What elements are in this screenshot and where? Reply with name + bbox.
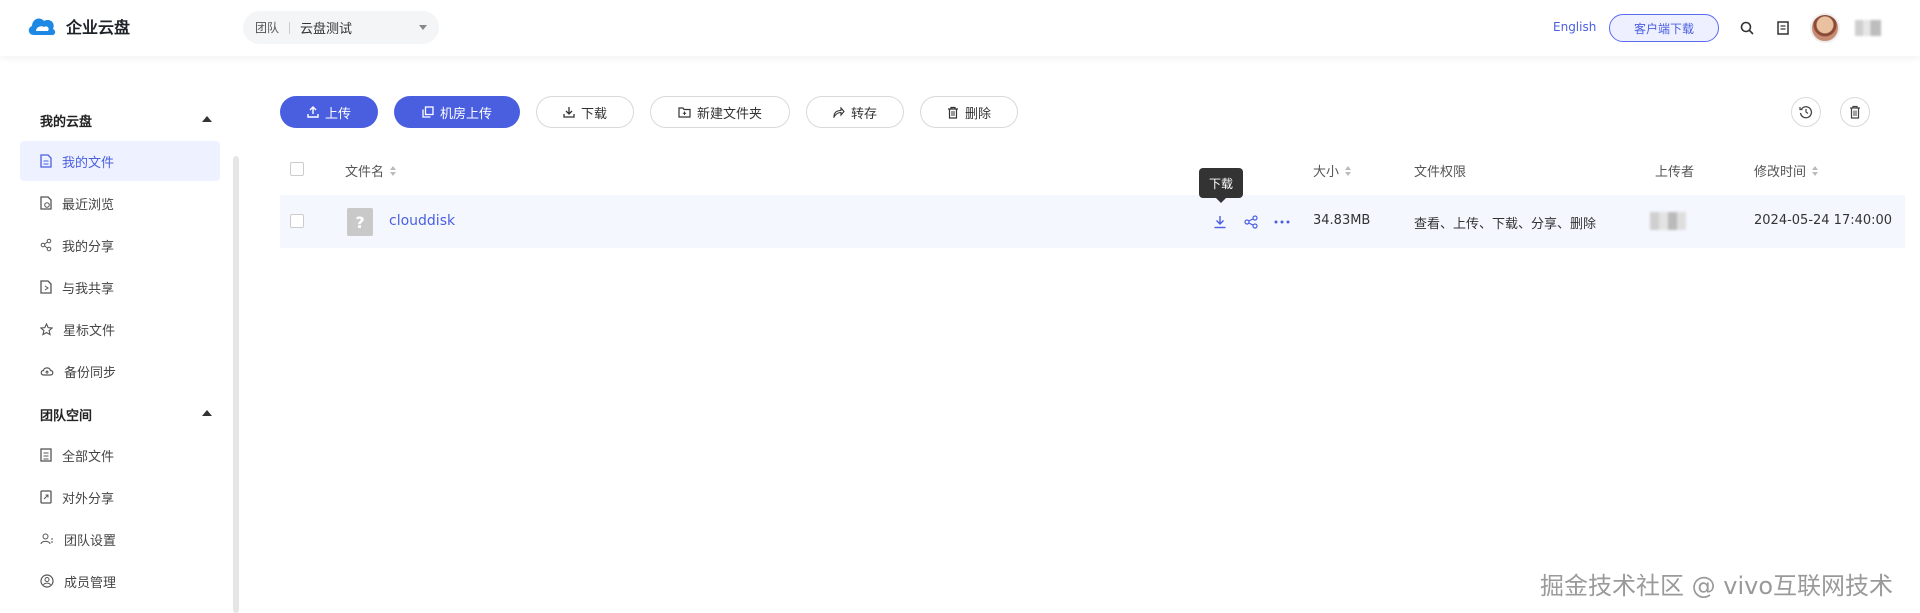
user-name-blurred (1855, 20, 1881, 36)
watermark: 掘金技术社区 @ vivo互联网技术 (1540, 572, 1894, 600)
team-select-value: 云盘测试 (300, 22, 353, 37)
column-header-name[interactable]: 文件名 (345, 161, 397, 180)
upload-button[interactable]: 上传 (280, 96, 378, 128)
trash-icon (1850, 105, 1860, 119)
uploader-blurred (1650, 212, 1686, 230)
history-button[interactable] (1791, 97, 1821, 127)
column-header-uploader: 上传者 (1655, 161, 1694, 180)
file-name-link[interactable]: clouddisk (389, 213, 455, 229)
sidebar-item-label: 备份同步 (64, 365, 117, 381)
sidebar-item-all-files[interactable]: 全部文件 (20, 435, 220, 475)
delete-button-label: 删除 (964, 106, 991, 122)
team-select-tag: 团队 (255, 21, 280, 35)
column-header-label: 文件名 (345, 165, 385, 180)
sidebar-item-label: 最近浏览 (62, 197, 115, 213)
trash-icon (947, 106, 958, 119)
column-header-modified[interactable]: 修改时间 (1754, 161, 1819, 180)
column-header-label: 文件权限 (1414, 165, 1467, 180)
sidebar-item-shared-with-me[interactable]: 与我共享 (20, 267, 220, 307)
sidebar-item-label: 成员管理 (64, 575, 117, 591)
column-header-label: 修改时间 (1754, 165, 1807, 180)
unknown-file-icon: ? (347, 208, 373, 236)
sidebar-item-starred[interactable]: 星标文件 (20, 309, 220, 349)
upload-button-label: 上传 (324, 106, 351, 122)
recent-file-icon (40, 196, 52, 210)
transfer-button[interactable]: 转存 (806, 96, 904, 128)
copy-icon (422, 106, 434, 118)
sidebar-item-my-files[interactable]: 我的文件 (20, 141, 220, 181)
download-button-label: 下载 (580, 106, 607, 122)
file-modified-time: 2024-05-24 17:40:00 (1754, 213, 1893, 228)
file-size: 34.83MB (1313, 213, 1371, 228)
sidebar-item-external-share[interactable]: 对外分享 (20, 477, 220, 517)
sidebar-item-label: 星标文件 (63, 323, 116, 339)
sort-icon[interactable] (1345, 165, 1352, 176)
external-share-icon (40, 490, 52, 504)
history-icon (1799, 106, 1813, 119)
column-header-permission: 文件权限 (1414, 161, 1466, 180)
collapse-caret-icon[interactable] (202, 410, 212, 416)
cloud-sync-icon (40, 367, 54, 376)
team-select[interactable]: 团队 云盘测试 (243, 11, 439, 44)
sidebar-item-team-settings[interactable]: 团队设置 (20, 519, 220, 559)
logo[interactable]: 企业云盘 (26, 13, 130, 39)
member-icon (40, 574, 54, 588)
transfer-button-label: 转存 (850, 106, 877, 122)
sidebar-item-member-management[interactable]: 成员管理 (20, 561, 220, 601)
column-header-label: 上传者 (1655, 165, 1695, 180)
language-switch[interactable]: English (1553, 20, 1596, 34)
document-icon[interactable] (1774, 19, 1792, 37)
cloud-logo-icon (28, 18, 56, 36)
download-icon (563, 107, 575, 118)
sidebar-item-label: 与我共享 (62, 281, 115, 297)
sidebar-item-my-share[interactable]: 我的分享 (20, 225, 220, 265)
all-files-icon (40, 448, 52, 462)
upload-icon (307, 106, 319, 118)
download-icon[interactable] (1211, 213, 1229, 231)
team-settings-icon (40, 533, 53, 545)
download-button[interactable]: 下载 (536, 96, 634, 128)
sidebar-item-label: 团队设置 (64, 533, 117, 549)
sidebar-item-backup-sync[interactable]: 备份同步 (20, 351, 220, 391)
more-icon[interactable] (1273, 213, 1291, 231)
sort-icon[interactable] (390, 165, 397, 176)
file-permission: 查看、上传、下载、分享、删除 (1414, 217, 1597, 232)
column-header-label: 大小 (1313, 165, 1340, 180)
sidebar-item-label: 对外分享 (62, 491, 115, 507)
new-folder-button[interactable]: 新建文件夹 (650, 96, 790, 128)
sidebar-item-label: 我的文件 (62, 155, 115, 171)
divider (289, 21, 291, 34)
download-tooltip: 下载 (1199, 168, 1243, 203)
share-icon[interactable] (1242, 213, 1260, 231)
chevron-down-icon (419, 25, 427, 30)
section-title-team-space[interactable]: 团队空间 (40, 405, 92, 424)
recycle-bin-button[interactable] (1840, 97, 1870, 127)
top-header: 企业云盘 团队 云盘测试 English 客户端下载 (0, 0, 1920, 56)
sidebar-item-recent[interactable]: 最近浏览 (20, 183, 220, 223)
logo-text: 企业云盘 (66, 18, 131, 37)
sidebar-item-label: 全部文件 (62, 449, 115, 465)
share-icon (40, 238, 52, 252)
search-icon[interactable] (1738, 19, 1756, 37)
sidebar-item-label: 我的分享 (62, 239, 115, 255)
shared-with-me-icon (40, 280, 52, 294)
column-header-size[interactable]: 大小 (1313, 161, 1352, 180)
forward-icon (833, 106, 845, 118)
section-title-my-disk[interactable]: 我的云盘 (40, 111, 92, 130)
client-download-button[interactable]: 客户端下载 (1609, 14, 1719, 42)
machine-upload-button[interactable]: 机房上传 (394, 96, 520, 128)
collapse-caret-icon[interactable] (202, 116, 212, 122)
sidebar-scrollbar[interactable] (233, 156, 239, 613)
delete-button[interactable]: 删除 (920, 96, 1018, 128)
select-all-checkbox[interactable] (290, 162, 304, 176)
avatar[interactable] (1810, 13, 1840, 43)
file-icon (40, 154, 52, 168)
new-folder-icon (678, 107, 691, 118)
star-icon (40, 322, 53, 336)
machine-upload-button-label: 机房上传 (439, 106, 492, 122)
sort-icon[interactable] (1812, 165, 1819, 176)
new-folder-button-label: 新建文件夹 (696, 106, 762, 122)
row-checkbox[interactable] (290, 214, 304, 228)
